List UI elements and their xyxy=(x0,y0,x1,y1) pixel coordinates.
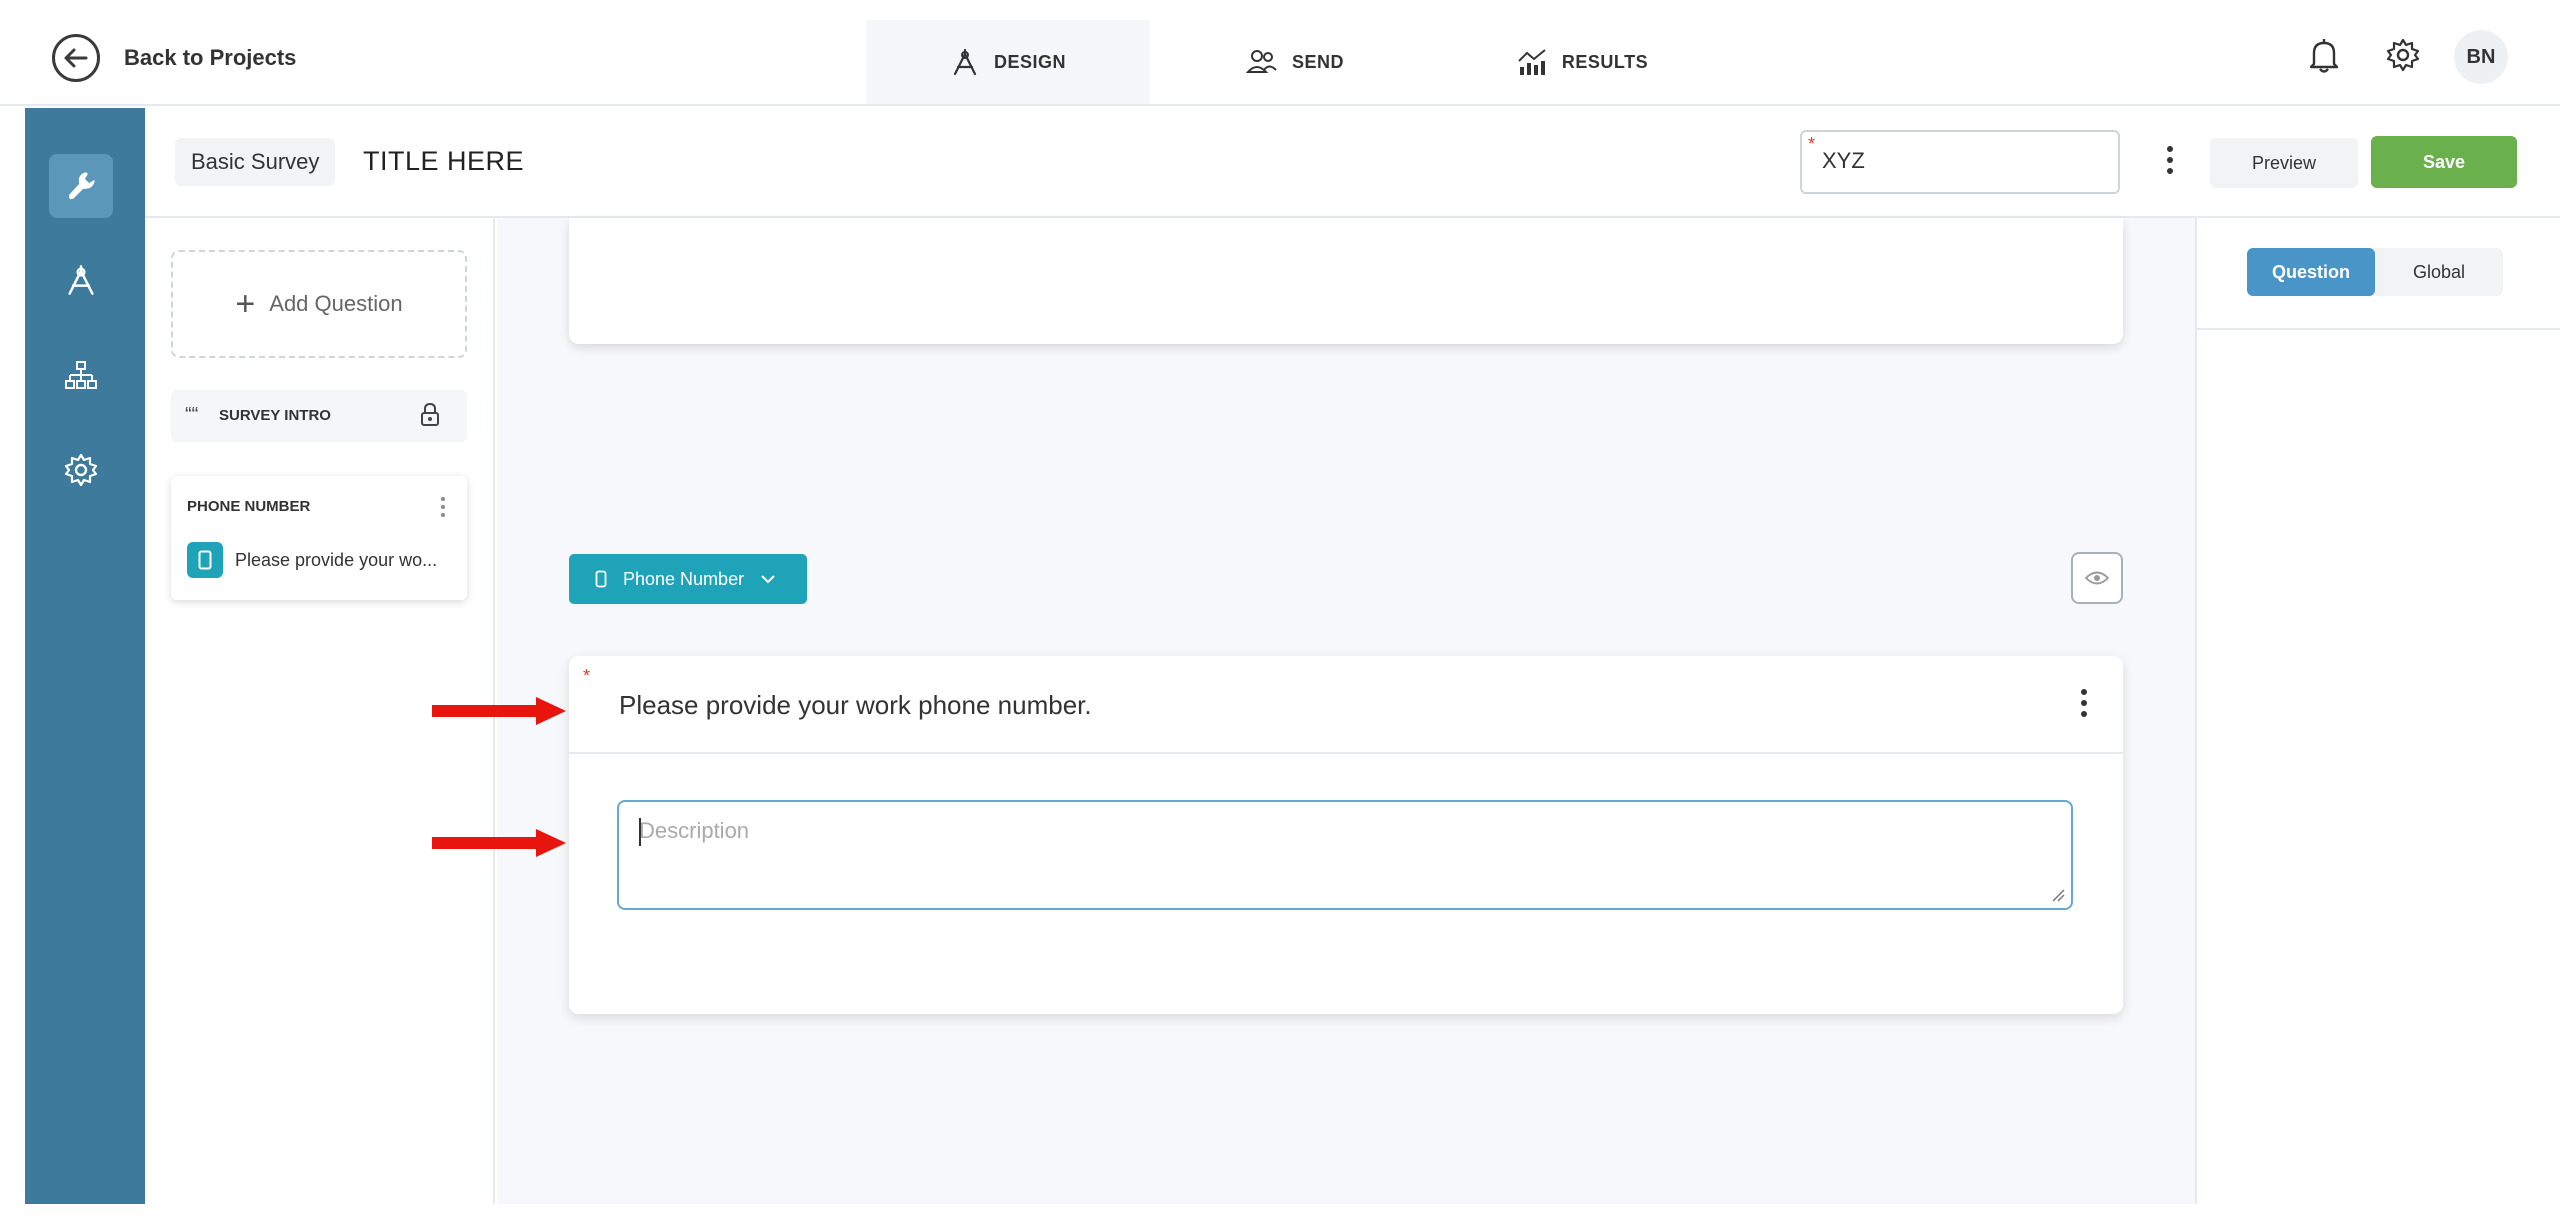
question-type-dropdown[interactable]: Phone Number xyxy=(569,554,807,604)
rail-item-logic[interactable] xyxy=(49,344,113,408)
plus-icon: + xyxy=(235,285,256,323)
users-icon xyxy=(1245,50,1277,73)
tab-design-label: DESIGN xyxy=(993,51,1066,72)
survey-type-badge: Basic Survey xyxy=(175,138,336,186)
previous-question-card[interactable] xyxy=(569,218,2123,344)
save-button[interactable]: Save xyxy=(2371,136,2517,188)
compass-icon xyxy=(953,48,977,76)
top-navbar: Back to Projects DESIGN SEND RESULTS BN xyxy=(0,0,2560,106)
rail-item-design[interactable] xyxy=(49,248,113,312)
survey-intro-item[interactable]: ““ SURVEY INTRO xyxy=(171,390,467,442)
panel-divider xyxy=(2197,328,2560,330)
add-question-label: Add Question xyxy=(269,291,403,316)
add-question-button[interactable]: + Add Question xyxy=(171,250,467,358)
settings-panel: Question Global xyxy=(2195,218,2560,1222)
compass-icon xyxy=(68,265,94,295)
survey-intro-label: SURVEY INTRO xyxy=(219,407,331,424)
bell-icon[interactable] xyxy=(2308,38,2340,74)
eye-icon xyxy=(2085,571,2109,585)
rail-item-settings[interactable] xyxy=(49,438,113,502)
tab-question[interactable]: Question xyxy=(2247,248,2375,296)
tab-design[interactable]: DESIGN xyxy=(866,20,1150,104)
card-divider xyxy=(569,752,2123,754)
lock-icon xyxy=(421,402,439,426)
gear-icon xyxy=(64,453,98,487)
app-window: Back to Projects DESIGN SEND RESULTS BN xyxy=(0,0,2560,1222)
question-preview-text: Please provide your wo... xyxy=(235,550,438,570)
back-arrow-icon[interactable] xyxy=(52,34,100,82)
chart-icon xyxy=(1518,49,1546,75)
question-type-label: PHONE NUMBER xyxy=(187,498,311,515)
more-options-icon[interactable] xyxy=(2079,688,2089,718)
gear-icon[interactable] xyxy=(2386,38,2420,72)
more-options-icon[interactable] xyxy=(2165,144,2175,176)
survey-name-input[interactable]: * XYZ xyxy=(1800,130,2120,194)
phone-icon xyxy=(187,542,223,578)
quote-icon: ““ xyxy=(185,404,199,426)
tab-results[interactable]: RESULTS xyxy=(1512,20,1652,104)
avatar[interactable]: BN xyxy=(2454,30,2508,84)
question-editor-card: * Please provide your work phone number.… xyxy=(569,656,2123,1014)
tool-rail xyxy=(25,108,145,1222)
tab-global[interactable]: Global xyxy=(2375,248,2503,296)
question-text[interactable]: Please provide your work phone number. xyxy=(619,690,1092,721)
annotation-arrow-icon xyxy=(432,697,566,725)
text-caret xyxy=(639,818,641,846)
more-options-icon[interactable] xyxy=(439,496,447,518)
chevron-down-icon xyxy=(761,575,775,584)
description-input[interactable]: Description xyxy=(617,800,2073,910)
back-to-projects-link[interactable]: Back to Projects xyxy=(124,45,296,71)
resize-grip-icon[interactable] xyxy=(2051,888,2065,902)
required-asterisk: * xyxy=(583,666,591,686)
annotation-arrow-icon xyxy=(432,829,566,857)
description-placeholder: Description xyxy=(639,818,750,843)
settings-tab-switch: Question Global xyxy=(2247,248,2503,296)
editor-canvas: Phone Number * Please provide your work … xyxy=(497,218,2195,1222)
phone-icon xyxy=(595,570,607,588)
survey-header: Basic Survey TITLE HERE * XYZ Preview Sa… xyxy=(145,108,2560,218)
required-asterisk: * xyxy=(1808,134,1816,154)
sitemap-icon xyxy=(65,361,97,389)
rail-item-tools[interactable] xyxy=(49,154,113,218)
survey-name-value: XYZ xyxy=(1822,148,1865,173)
tab-send[interactable]: SEND xyxy=(1230,20,1360,104)
wrench-icon xyxy=(69,172,95,200)
visibility-toggle-button[interactable] xyxy=(2071,552,2123,604)
window-bottom-edge xyxy=(0,1204,2560,1222)
tab-send-label: SEND xyxy=(1291,51,1344,72)
question-list-item[interactable]: PHONE NUMBER Please provide your wo... xyxy=(171,476,467,600)
survey-title[interactable]: TITLE HERE xyxy=(363,146,524,177)
preview-button[interactable]: Preview xyxy=(2210,138,2358,188)
question-type-dropdown-label: Phone Number xyxy=(623,568,745,589)
tab-results-label: RESULTS xyxy=(1561,51,1649,72)
